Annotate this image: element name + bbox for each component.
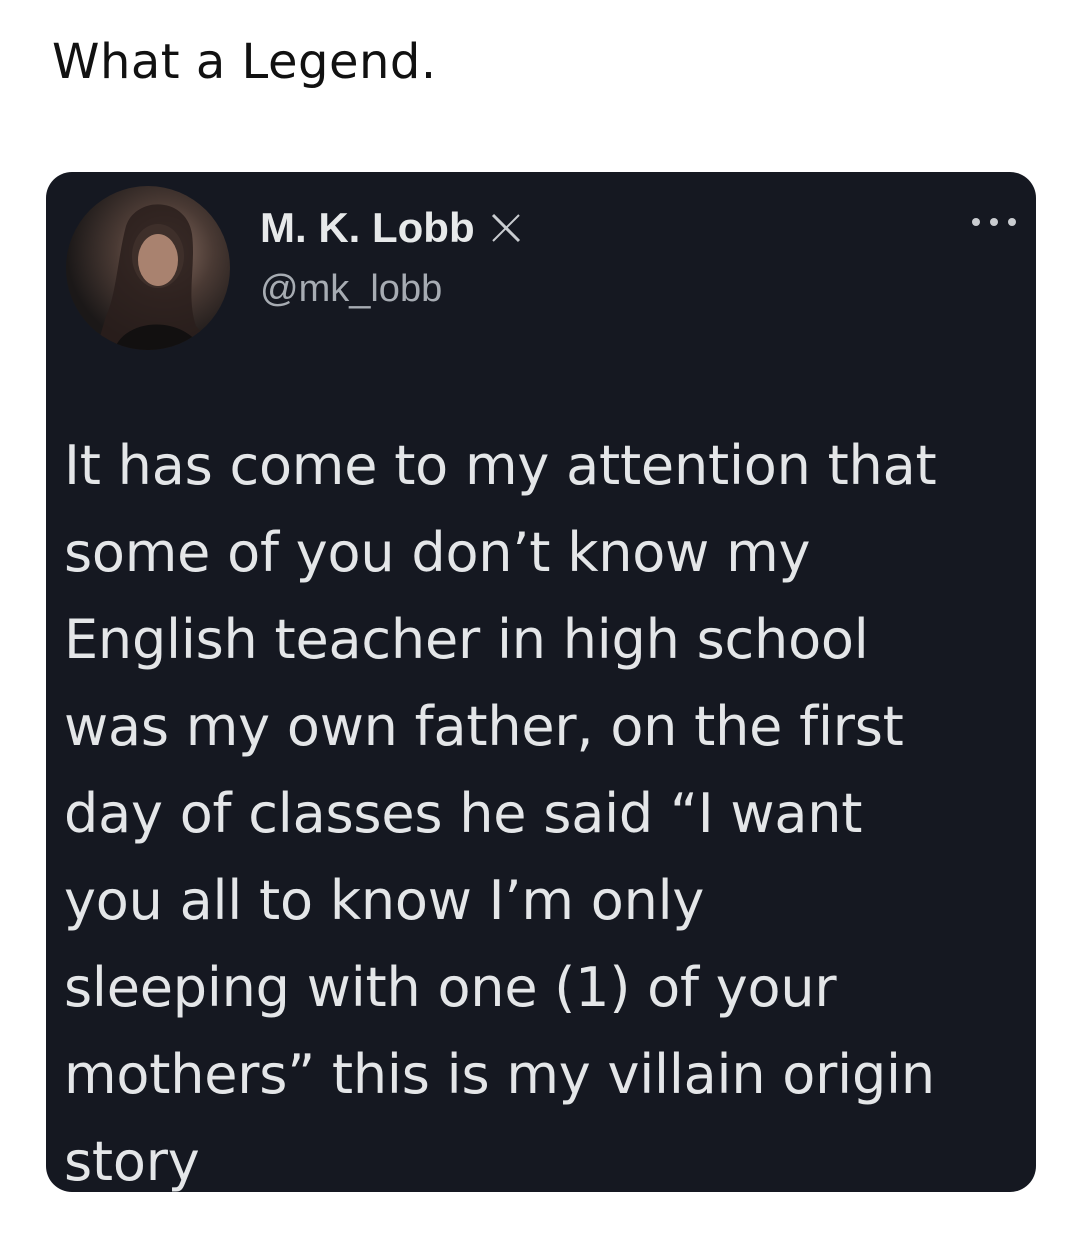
- tweet-line: sleeping with one (1) of your: [64, 956, 837, 1019]
- tweet-line: story: [64, 1130, 200, 1192]
- avatar-portrait-icon: [96, 204, 216, 350]
- more-dot: [972, 218, 980, 226]
- tweet-line: you all to know I’m only: [64, 869, 705, 932]
- avatar[interactable]: [66, 186, 230, 350]
- tweet-line: some of you don’t know my: [64, 521, 811, 584]
- more-options-icon[interactable]: [972, 212, 1016, 232]
- author-handle[interactable]: @mk_lobb: [260, 268, 442, 311]
- tweet-card[interactable]: M. K. Lobb @mk_lobb It has come to my at…: [46, 172, 1036, 1192]
- more-dot: [1008, 218, 1016, 226]
- tweet-line: was my own father, on the first: [64, 695, 904, 758]
- x-logo-icon: [491, 213, 520, 243]
- tweet-text: It has come to my attention that some of…: [64, 422, 1029, 1192]
- post-caption: What a Legend.: [52, 34, 437, 90]
- more-dot: [990, 218, 998, 226]
- tweet-line: English teacher in high school: [64, 608, 869, 671]
- tweet-line: day of classes he said “I want: [64, 782, 863, 845]
- display-name[interactable]: M. K. Lobb: [260, 204, 475, 252]
- tweet-line: mothers” this is my villain origin: [64, 1043, 935, 1106]
- author-name-row: M. K. Lobb: [260, 204, 525, 252]
- tweet-line: It has come to my attention that: [64, 434, 937, 497]
